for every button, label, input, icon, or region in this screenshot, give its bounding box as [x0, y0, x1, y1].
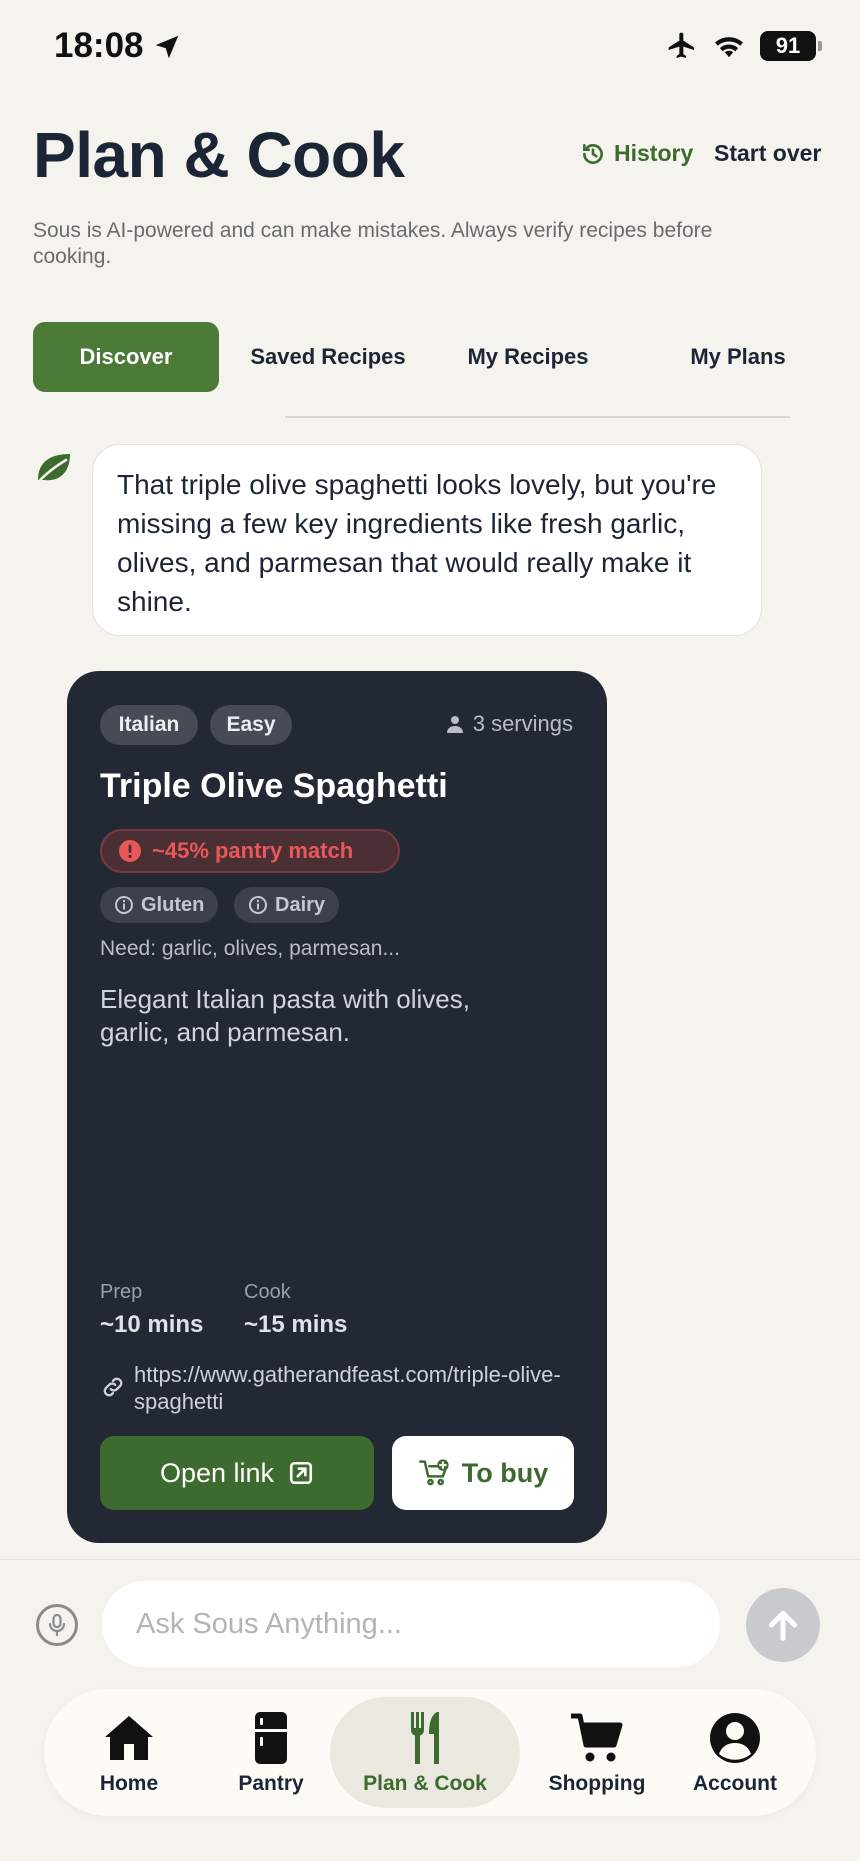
recipe-url[interactable]: https://www.gatherandfeast.com/triple-ol…	[134, 1361, 574, 1415]
tab-discover[interactable]: Discover	[33, 322, 219, 392]
ask-sous-input[interactable]	[102, 1581, 720, 1667]
open-link-label: Open link	[159, 1457, 275, 1488]
airplane-icon	[668, 32, 694, 58]
page-title: Plan & Cook	[33, 119, 405, 191]
microphone-icon	[48, 1613, 66, 1637]
nav-account[interactable]: Account	[680, 1697, 790, 1808]
nav-plan-cook[interactable]: Plan & Cook	[330, 1697, 520, 1808]
missing-ingredients: Need: garlic, olives, parmesan...	[100, 937, 400, 960]
cart-icon	[571, 1713, 623, 1761]
allergen-dairy: Dairy	[234, 887, 340, 923]
person-icon	[446, 716, 463, 733]
account-icon	[710, 1712, 760, 1763]
status-indicators: 91	[666, 30, 822, 62]
home-icon	[105, 1715, 153, 1760]
to-buy-button[interactable]: To buy	[392, 1436, 574, 1510]
battery-indicator: 91	[760, 31, 822, 61]
history-button[interactable]: History	[580, 140, 693, 167]
location-arrow-icon	[155, 35, 179, 59]
cart-plus-icon	[418, 1459, 449, 1486]
arrow-up-icon	[768, 1610, 798, 1641]
prep-label: Prep	[100, 1281, 143, 1303]
alert-icon	[119, 840, 141, 862]
nav-label: Home	[99, 1771, 159, 1795]
nav-home[interactable]: Home	[74, 1697, 184, 1808]
cook-label: Cook	[244, 1281, 291, 1303]
nav-shopping[interactable]: Shopping	[532, 1697, 662, 1808]
tab-bar: Discover Saved Recipes My Recipes My Pla…	[33, 322, 833, 392]
servings: 3 servings	[445, 711, 573, 737]
info-icon	[249, 896, 267, 914]
info-icon	[115, 896, 133, 914]
leaf-icon	[38, 454, 70, 482]
nav-label: Shopping	[548, 1771, 646, 1795]
link-icon	[103, 1377, 123, 1397]
history-icon	[583, 143, 603, 164]
status-time: 18:08	[54, 26, 144, 65]
tab-my-recipes[interactable]: My Recipes	[433, 322, 623, 392]
tab-saved-recipes[interactable]: Saved Recipes	[233, 322, 423, 392]
assistant-message: That triple olive spaghetti looks lovely…	[92, 444, 762, 636]
input-divider	[0, 1559, 860, 1560]
pantry-match-label: ~45% pantry match	[152, 838, 354, 863]
wifi-icon	[715, 37, 743, 58]
external-link-icon	[289, 1461, 313, 1485]
to-buy-label: To buy	[461, 1457, 549, 1488]
allergen-label: Gluten	[141, 893, 205, 916]
nav-label: Plan & Cook	[363, 1771, 487, 1795]
tag-difficulty: Easy	[210, 705, 292, 745]
nav-pantry[interactable]: Pantry	[216, 1697, 326, 1808]
send-button[interactable]	[746, 1588, 820, 1662]
nav-label: Pantry	[238, 1771, 304, 1795]
cook-time: ~15 mins	[244, 1311, 348, 1338]
recipe-description: Elegant Italian pasta with olives, garli…	[100, 984, 470, 1047]
allergen-label: Dairy	[275, 893, 326, 916]
utensils-icon	[411, 1711, 439, 1764]
tab-divider	[285, 416, 790, 418]
history-label: History	[614, 140, 694, 166]
open-link-button[interactable]: Open link	[100, 1436, 374, 1510]
recipe-title: Triple Olive Spaghetti	[100, 767, 448, 805]
tab-my-plans[interactable]: My Plans	[643, 322, 833, 392]
start-over-button[interactable]: Start over	[714, 140, 821, 167]
pantry-match-badge: ~45% pantry match	[100, 829, 400, 873]
status-bar: 18:08 91	[0, 0, 860, 90]
bottom-nav: Home Pantry Plan & Cook Shopping Account	[44, 1689, 816, 1816]
fridge-icon	[255, 1711, 287, 1764]
prep-time: ~10 mins	[100, 1311, 204, 1338]
allergen-gluten: Gluten	[100, 887, 219, 923]
nav-label: Account	[693, 1771, 777, 1795]
servings-label: 3 servings	[472, 711, 573, 736]
microphone-button[interactable]	[36, 1604, 78, 1646]
recipe-card[interactable]: Italian Easy 3 servings Triple Olive Spa…	[67, 671, 607, 1543]
ai-disclaimer: Sous is AI-powered and can make mistakes…	[33, 219, 713, 268]
tag-cuisine: Italian	[100, 705, 198, 745]
